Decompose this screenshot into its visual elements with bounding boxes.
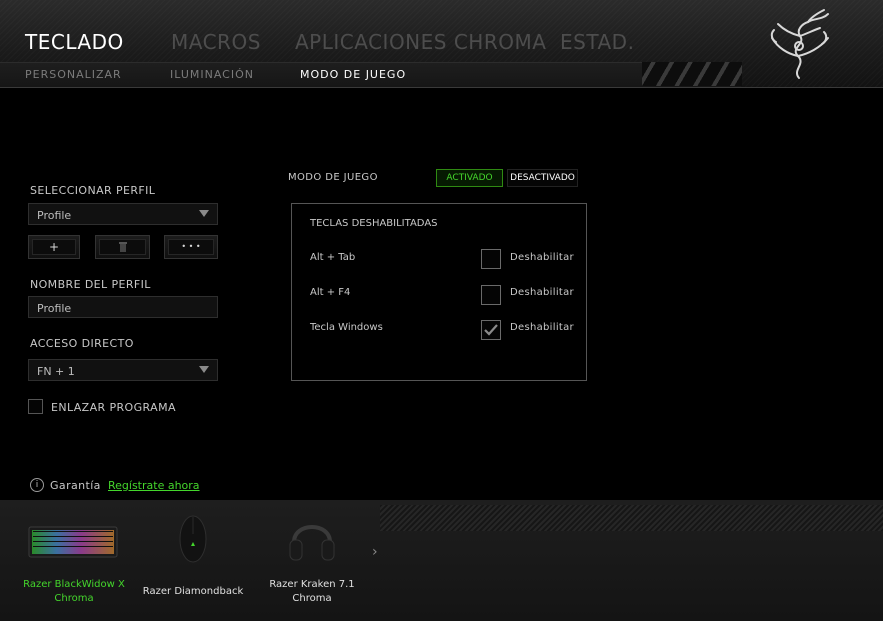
warranty-label: Garantía (50, 479, 101, 492)
tab-estad[interactable]: ESTAD. (560, 30, 634, 54)
subtab-personalizar[interactable]: PERSONALIZAR (25, 68, 122, 81)
add-profile-button[interactable]: + (28, 235, 80, 259)
alt-tab-checkbox[interactable] (481, 249, 501, 269)
game-mode-label: MODO DE JUEGO (288, 172, 378, 183)
game-mode-on-button[interactable]: ACTIVADO (436, 169, 503, 187)
add-profile-label: + (32, 239, 76, 255)
header-stripes (642, 62, 742, 86)
alt-f4-action-label: Deshabilitar (510, 287, 574, 298)
info-icon: i (30, 478, 44, 492)
more-options-label: • • • (168, 239, 214, 255)
profile-name-input[interactable]: Profile (28, 296, 218, 318)
device-diamondback-line1: Razer Diamondback (142, 586, 244, 597)
device-kraken-line1: Razer Kraken 7.1 (269, 579, 355, 590)
trash-icon (118, 242, 127, 252)
alt-f4-checkbox[interactable] (481, 285, 501, 305)
shortcut-label: ACCESO DIRECTO (30, 337, 134, 350)
subtab-iluminacion[interactable]: ILUMINACIÓN (170, 68, 254, 81)
footer-stripes (380, 505, 883, 531)
tab-teclado[interactable]: TECLADO (25, 30, 124, 54)
profile-name-label: NOMBRE DEL PERFIL (30, 278, 151, 291)
key-alt-tab-label: Alt + Tab (310, 252, 356, 263)
profile-select-value: Profile (37, 209, 72, 222)
game-mode-off-button[interactable]: DESACTIVADO (507, 169, 578, 187)
device-blackwidow[interactable]: Razer BlackWidow X Chroma (18, 578, 130, 606)
chevron-down-icon (199, 366, 209, 373)
device-blackwidow-line2: Chroma (54, 593, 94, 604)
register-now-link[interactable]: Regístrate ahora (108, 479, 200, 492)
headset-device-icon[interactable] (286, 512, 338, 564)
razer-snake-icon (770, 9, 829, 79)
disabled-keys-title: TECLAS DESHABILITADAS (310, 218, 438, 229)
header-divider (0, 87, 883, 88)
device-diamondback[interactable]: Razer Diamondback (138, 585, 248, 599)
windows-key-action-label: Deshabilitar (510, 322, 574, 333)
key-windows-label: Tecla Windows (310, 322, 383, 333)
chevron-down-icon (199, 210, 209, 217)
tab-aplicaciones-chroma[interactable]: APLICACIONES CHROMA (295, 30, 546, 54)
select-profile-label: SELECCIONAR PERFIL (30, 184, 156, 197)
delete-profile-button[interactable] (95, 235, 150, 259)
more-options-button[interactable]: • • • (164, 235, 218, 259)
mouse-device-icon[interactable] (177, 514, 209, 564)
device-blackwidow-line1: Razer BlackWidow X (23, 579, 125, 590)
shortcut-value: FN + 1 (37, 365, 75, 378)
device-kraken-line2: Chroma (292, 593, 332, 604)
key-alt-f4-label: Alt + F4 (310, 287, 351, 298)
subtab-modo-de-juego[interactable]: MODO DE JUEGO (300, 68, 406, 81)
link-program-checkbox[interactable] (28, 399, 43, 414)
link-program-label: ENLAZAR PROGRAMA (51, 401, 176, 414)
shortcut-select[interactable]: FN + 1 (28, 359, 218, 381)
checkmark-icon (484, 324, 498, 336)
alt-tab-action-label: Deshabilitar (510, 252, 574, 263)
device-kraken[interactable]: Razer Kraken 7.1 Chroma (262, 578, 362, 606)
profile-name-value: Profile (37, 302, 72, 315)
keyboard-device-icon[interactable] (28, 526, 118, 558)
chevron-right-icon[interactable]: › (372, 544, 378, 560)
windows-key-checkbox[interactable] (481, 320, 501, 340)
profile-select[interactable]: Profile (28, 203, 218, 225)
tab-macros[interactable]: MACROS (171, 30, 261, 54)
